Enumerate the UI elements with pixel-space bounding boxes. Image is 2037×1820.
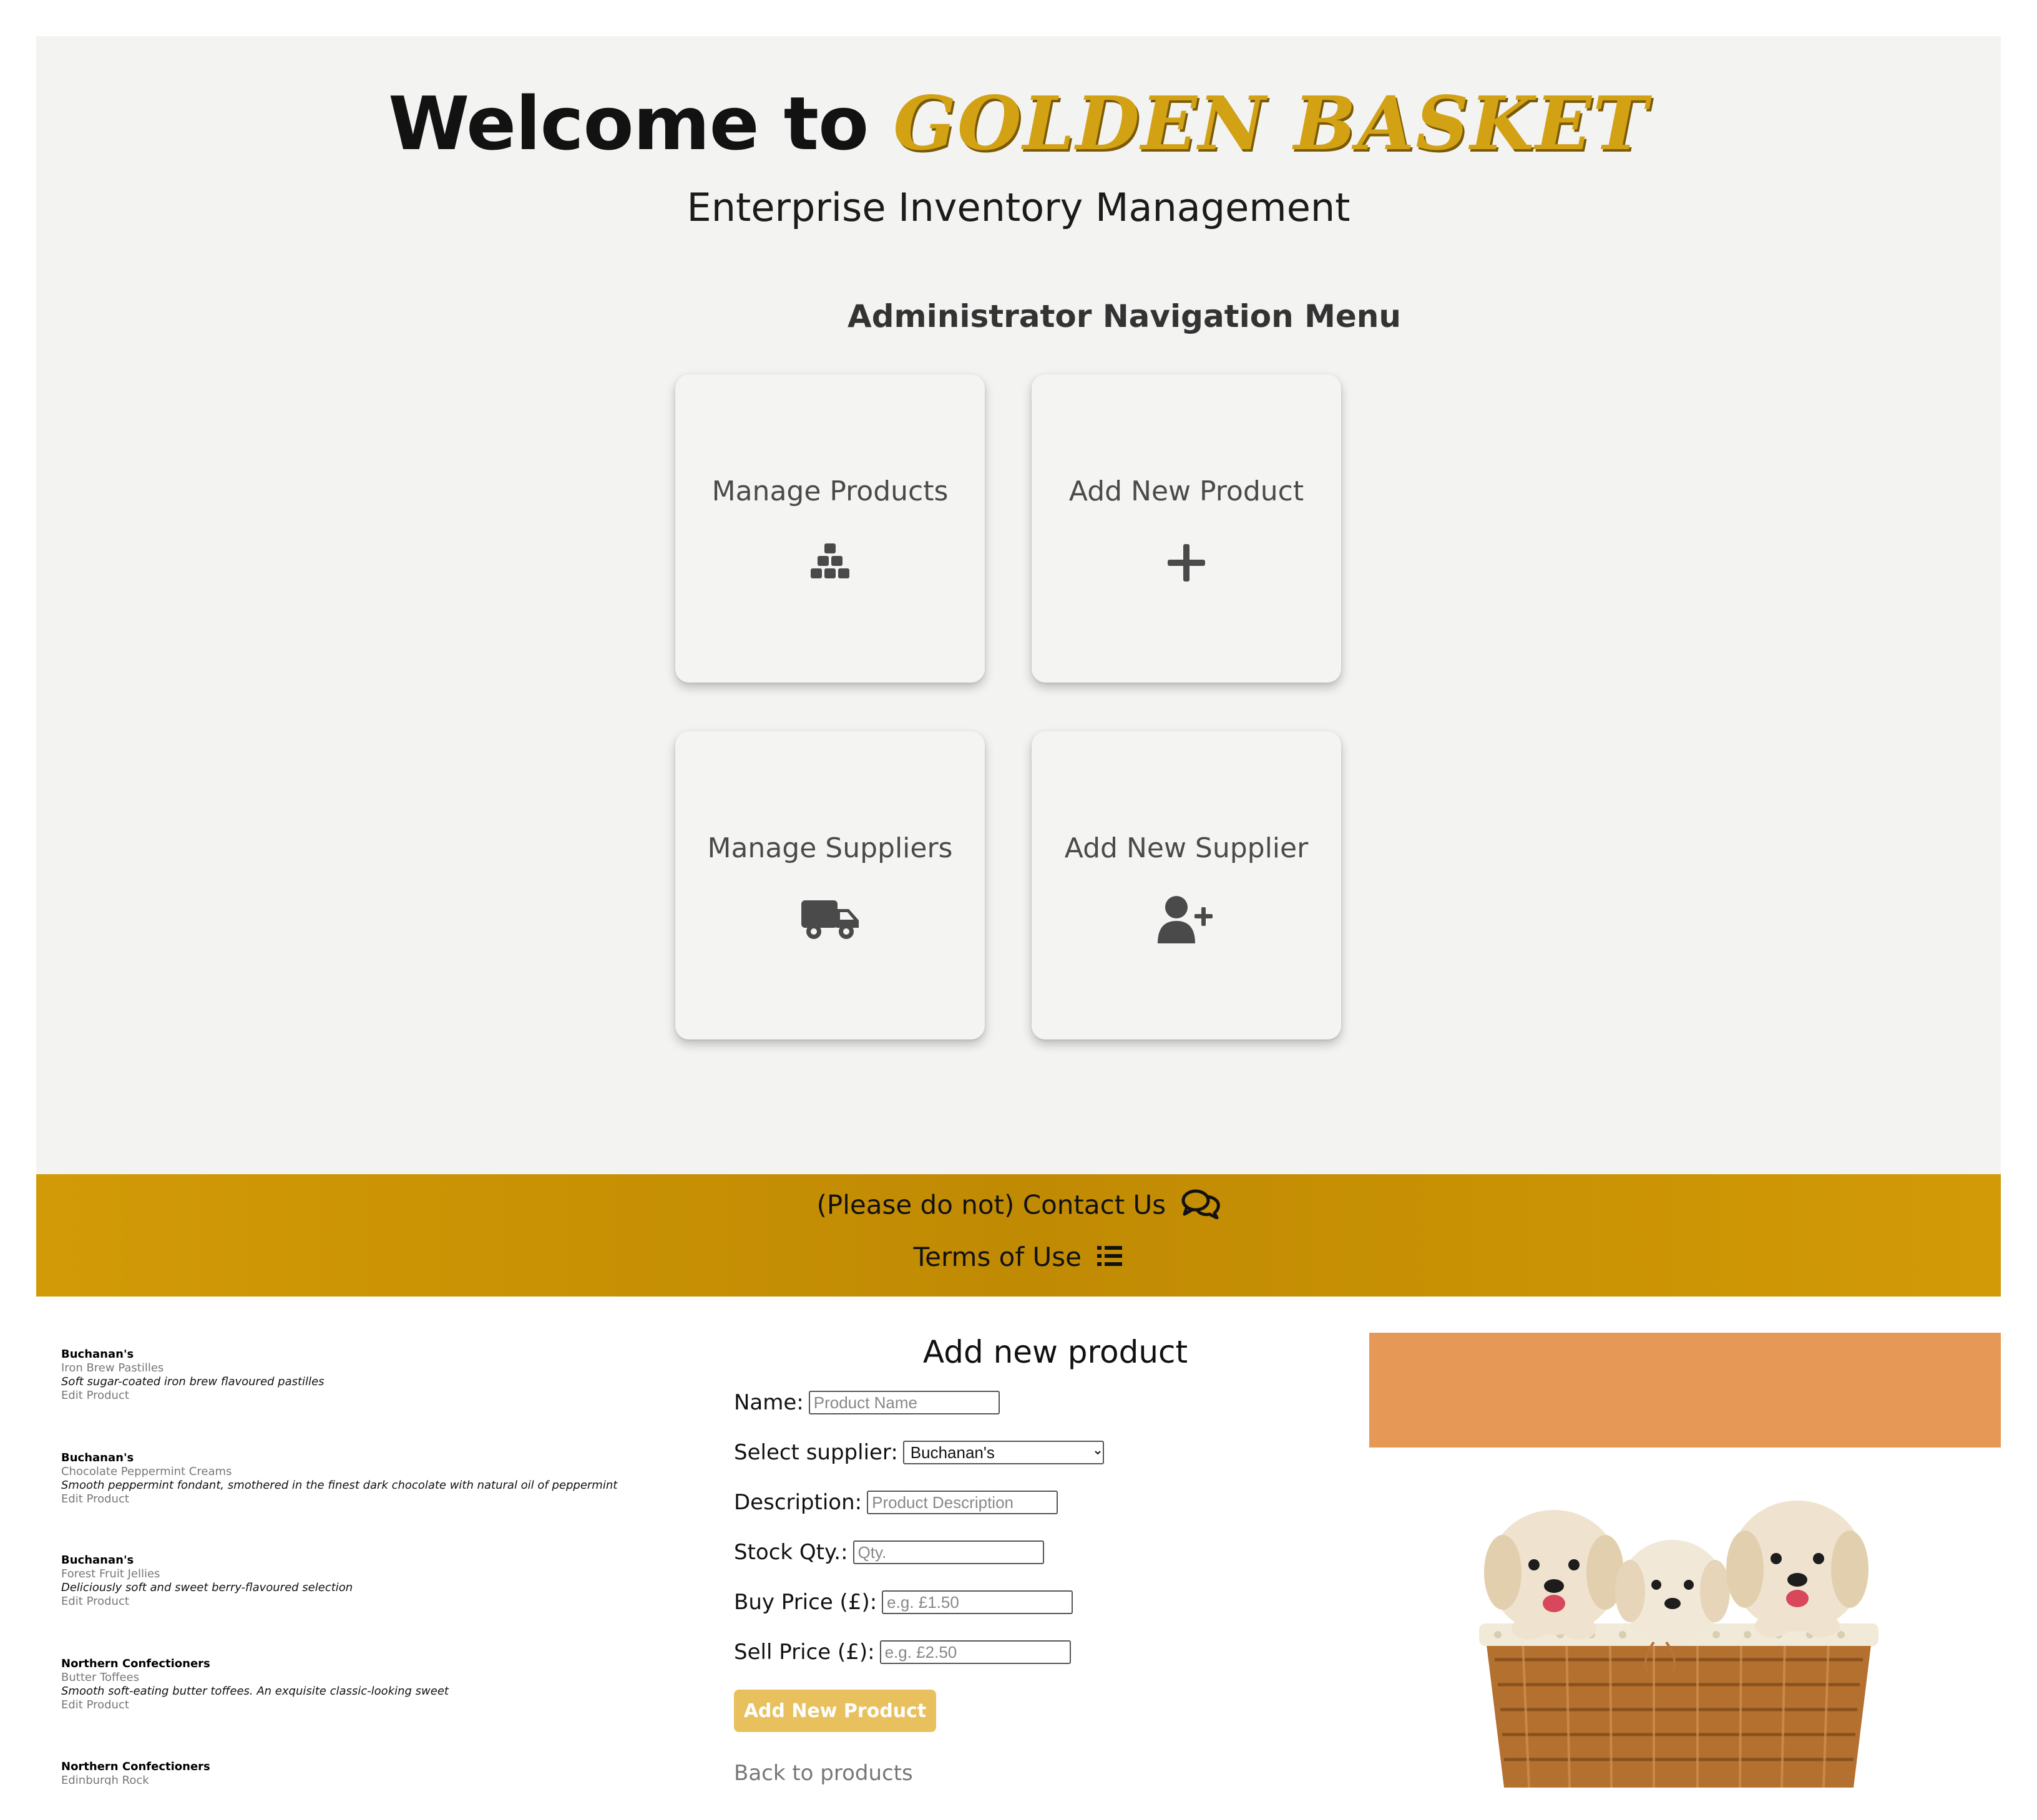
product-name: Chocolate Peppermint Creams — [61, 1465, 232, 1478]
add-product-label: Add New Product — [1068, 475, 1304, 507]
plus-icon — [1156, 538, 1216, 588]
supplier-row: Select supplier: Buchanan's — [734, 1440, 1104, 1465]
product-description-input[interactable] — [867, 1491, 1058, 1514]
sell-price-input[interactable] — [879, 1640, 1071, 1664]
product-supplier: Buchanan's — [61, 1348, 134, 1361]
orange-banner — [1369, 1333, 2001, 1448]
qty-label: Stock Qty.: — [734, 1540, 848, 1565]
product-description: Smooth peppermint fondant, smothered in … — [61, 1479, 618, 1492]
name-row: Name: — [734, 1390, 1000, 1415]
comments-icon — [1181, 1188, 1221, 1225]
cubes-icon — [800, 538, 860, 588]
product-supplier: Northern Confectioners — [61, 1760, 210, 1773]
user-plus-icon — [1156, 895, 1216, 945]
manage-products-label: Manage Products — [711, 475, 949, 507]
supplier-select[interactable]: Buchanan's — [902, 1441, 1104, 1464]
manage-suppliers-card[interactable]: Manage Suppliers — [675, 731, 985, 1039]
terms-of-use-label: Terms of Use — [913, 1242, 1082, 1272]
edit-product-link[interactable]: Edit Product — [61, 1595, 685, 1608]
list-item: Northern Confectioners Edinburgh Rock — [61, 1760, 685, 1785]
back-to-products-link[interactable]: Back to products — [734, 1761, 913, 1786]
product-description: Soft sugar-coated iron brew flavoured pa… — [61, 1375, 325, 1388]
product-name: Edinburgh Rock — [61, 1774, 149, 1785]
edit-product-link[interactable]: Edit Product — [61, 1492, 685, 1506]
contact-us-link[interactable]: (Please do not) Contact Us — [36, 1188, 2001, 1225]
add-supplier-label: Add New Supplier — [1064, 832, 1309, 864]
product-supplier: Buchanan's — [61, 1554, 134, 1567]
product-supplier: Northern Confectioners — [61, 1657, 210, 1670]
add-new-product-button[interactable]: Add New Product — [734, 1690, 936, 1732]
product-description: Deliciously soft and sweet berry-flavour… — [61, 1581, 353, 1594]
name-label: Name: — [734, 1390, 804, 1415]
buy-price-input[interactable] — [882, 1590, 1073, 1614]
edit-product-link[interactable]: Edit Product — [61, 1698, 685, 1712]
product-name: Forest Fruit Jellies — [61, 1567, 160, 1580]
stock-qty-input[interactable] — [852, 1540, 1044, 1564]
edit-product-link[interactable]: Edit Product — [61, 1389, 685, 1403]
admin-panel: Welcome to Golden Basket Enterprise Inve… — [36, 36, 2001, 1174]
product-supplier: Buchanan's — [61, 1451, 134, 1464]
add-product-card[interactable]: Add New Product — [1032, 374, 1341, 683]
sell-price-label: Sell Price (£): — [734, 1640, 875, 1665]
form-title: Add new product — [922, 1334, 1188, 1370]
contact-us-label: (Please do not) Contact Us — [816, 1189, 1166, 1220]
nav-heading: Administrator Navigation Menu — [848, 298, 1401, 334]
manage-products-card[interactable]: Manage Products — [675, 374, 985, 683]
truck-icon — [800, 895, 860, 945]
welcome-title: Welcome to Golden Basket — [36, 80, 2001, 167]
welcome-prefix: Welcome to — [388, 80, 869, 167]
brand-logo-text: Golden Basket — [893, 80, 1649, 167]
product-name-input[interactable] — [808, 1391, 1000, 1414]
puppies-in-basket-image — [1479, 1501, 1878, 1788]
description-row: Description: — [734, 1490, 1058, 1515]
manage-suppliers-label: Manage Suppliers — [707, 832, 953, 864]
list-item: Buchanan's Iron Brew Pastilles Soft suga… — [61, 1348, 685, 1403]
product-name: Butter Toffees — [61, 1671, 139, 1684]
sell-price-row: Sell Price (£): — [734, 1640, 1071, 1665]
list-item: Northern Confectioners Butter Toffees Sm… — [61, 1657, 685, 1712]
description-label: Description: — [734, 1490, 862, 1515]
page-subtitle: Enterprise Inventory Management — [686, 185, 1351, 230]
qty-row: Stock Qty.: — [734, 1540, 1044, 1565]
list-item: Buchanan's Chocolate Peppermint Creams S… — [61, 1451, 685, 1506]
footer-bar: (Please do not) Contact Us Terms of Use — [36, 1174, 2001, 1297]
buy-price-row: Buy Price (£): — [734, 1590, 1073, 1615]
add-supplier-card[interactable]: Add New Supplier — [1032, 731, 1341, 1039]
supplier-label: Select supplier: — [734, 1440, 898, 1465]
list-icon — [1096, 1243, 1123, 1274]
terms-of-use-link[interactable]: Terms of Use — [36, 1242, 2001, 1274]
product-description: Smooth soft-eating butter toffees. An ex… — [61, 1685, 449, 1698]
product-name: Iron Brew Pastilles — [61, 1361, 164, 1375]
list-item: Buchanan's Forest Fruit Jellies Deliciou… — [61, 1554, 685, 1608]
buy-price-label: Buy Price (£): — [734, 1590, 877, 1615]
